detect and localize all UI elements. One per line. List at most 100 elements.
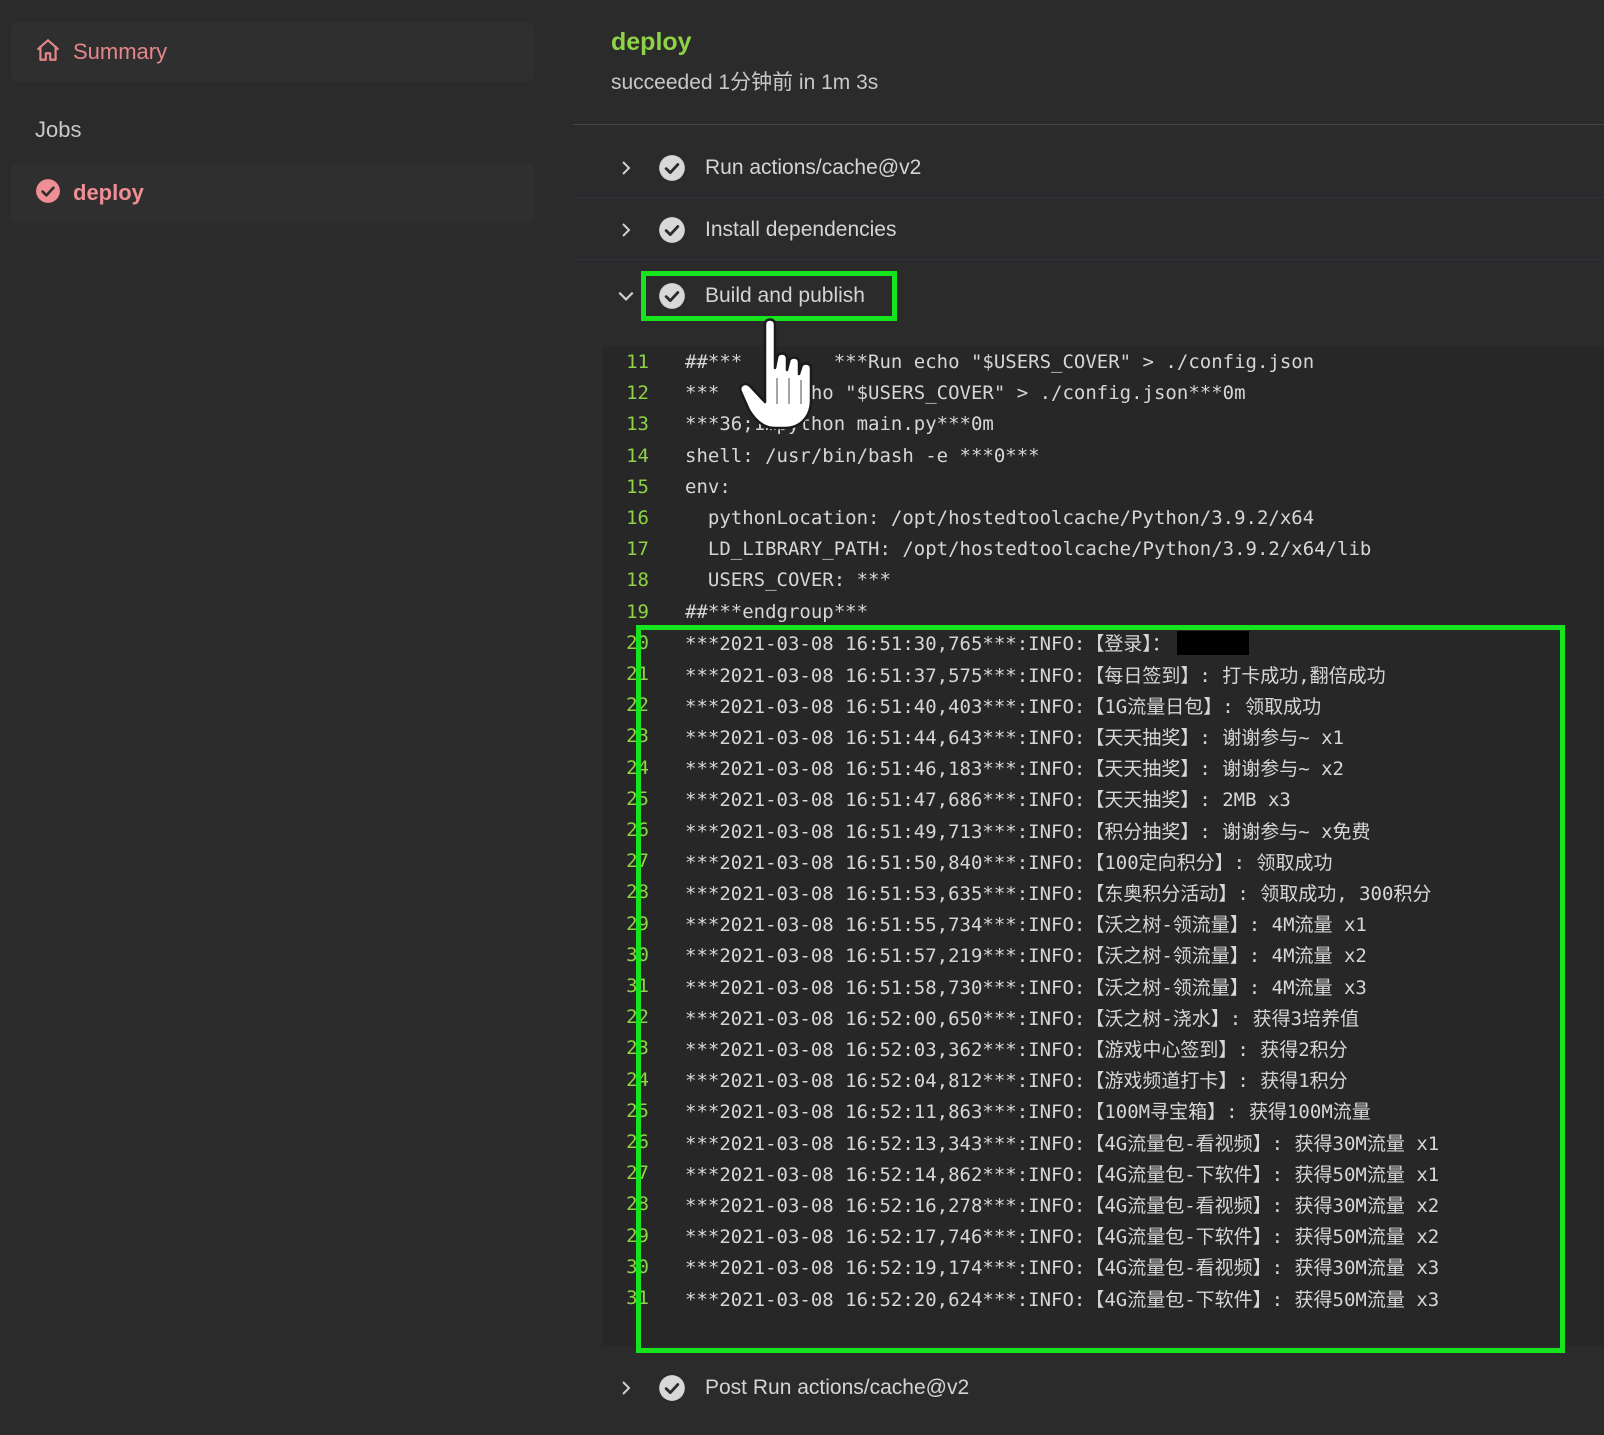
check-circle-icon xyxy=(657,1373,687,1403)
log-line: 23 ***2021-03-08 16:52:03,362***:INFO:【游戏… xyxy=(603,1032,1348,1064)
step-label: Install dependencies xyxy=(705,218,896,242)
log-line: 26 ***2021-03-08 16:52:13,343***:INFO:【4G… xyxy=(603,1126,1439,1158)
log-line: 16 pythonLocation: /opt/hostedtoolcache/… xyxy=(603,502,1314,534)
log-line: 17 LD_LIBRARY_PATH: /opt/hostedtoolcache… xyxy=(603,533,1371,565)
line-number[interactable]: 27 xyxy=(603,850,667,872)
step-label: Post Run actions/cache@v2 xyxy=(705,1376,969,1400)
log-text: ***2021-03-08 16:52:00,650***:INFO:【沃之树-… xyxy=(685,1004,1359,1031)
step-post-run-cache[interactable]: Post Run actions/cache@v2 xyxy=(573,1359,1604,1417)
log-text: ##*** ***Run echo "$USERS_COVER" > ./con… xyxy=(685,351,1314,373)
log-text: ***2021-03-08 16:51:58,730***:INFO:【沃之树-… xyxy=(685,973,1367,1000)
main-panel: deploy succeeded 1分钟前 in 1m 3s Run actio… xyxy=(573,0,1604,1435)
log-text: ***2021-03-08 16:51:50,840***:INFO:【100定… xyxy=(685,848,1333,875)
line-number[interactable]: 16 xyxy=(603,507,667,529)
sidebar-item-summary[interactable]: Summary xyxy=(11,22,534,82)
check-circle-icon xyxy=(657,281,687,311)
check-circle-icon xyxy=(657,153,687,183)
log-text: ***36;1mpython main.py***0m xyxy=(685,413,994,435)
line-number[interactable]: 19 xyxy=(603,601,667,623)
log-line: 29 ***2021-03-08 16:51:55,734***:INFO:【沃之… xyxy=(603,908,1367,940)
job-title: deploy xyxy=(611,28,692,57)
line-number[interactable]: 27 xyxy=(603,1162,667,1184)
line-number[interactable]: 22 xyxy=(603,694,667,716)
line-number[interactable]: 26 xyxy=(603,819,667,841)
log-text: ***2021-03-08 16:51:30,765***:INFO:【登录】： xyxy=(685,629,1171,656)
log-text: ***2021-03-08 16:51:40,403***:INFO:【1G流量… xyxy=(685,692,1321,719)
log-text: ***2021-03-08 16:51:44,643***:INFO:【天天抽奖… xyxy=(685,723,1344,750)
job-status: succeeded 1分钟前 in 1m 3s xyxy=(611,66,878,96)
line-number[interactable]: 23 xyxy=(603,725,667,747)
log-text: ***2021-03-08 16:52:20,624***:INFO:【4G流量… xyxy=(685,1285,1439,1312)
line-number[interactable]: 26 xyxy=(603,1131,667,1153)
log-line: 30 ***2021-03-08 16:52:19,174***:INFO:【4G… xyxy=(603,1251,1439,1283)
step-build-and-publish[interactable]: Build and publish xyxy=(573,267,1604,325)
log-text: ***2021-03-08 16:52:16,278***:INFO:【4G流量… xyxy=(685,1191,1439,1218)
log-text: env: xyxy=(685,476,731,498)
log-line: 19 ##***endgroup*** xyxy=(603,596,868,628)
log-line: 24 ***2021-03-08 16:51:46,183***:INFO:【天天… xyxy=(603,752,1344,784)
log-line: 15 env: xyxy=(603,471,731,503)
line-number[interactable]: 15 xyxy=(603,476,667,498)
log-line: 22 ***2021-03-08 16:51:40,403***:INFO:【1G… xyxy=(603,689,1321,721)
step-label: Build and publish xyxy=(705,284,865,308)
log-text: pythonLocation: /opt/hostedtoolcache/Pyt… xyxy=(685,507,1314,529)
log-line: 27 ***2021-03-08 16:51:50,840***:INFO:【10… xyxy=(603,845,1333,877)
line-number[interactable]: 13 xyxy=(603,413,667,435)
line-number[interactable]: 12 xyxy=(603,382,667,404)
log-text: shell: /usr/bin/bash -e ***0*** xyxy=(685,445,1040,467)
log-line: 29 ***2021-03-08 16:52:17,746***:INFO:【4G… xyxy=(603,1220,1439,1252)
log-line: 24 ***2021-03-08 16:52:04,812***:INFO:【游戏… xyxy=(603,1064,1348,1096)
log-text: LD_LIBRARY_PATH: /opt/hostedtoolcache/Py… xyxy=(685,538,1371,560)
line-number[interactable]: 25 xyxy=(603,1100,667,1122)
line-number[interactable]: 17 xyxy=(603,538,667,560)
line-number[interactable]: 21 xyxy=(603,663,667,685)
sidebar-item-label: deploy xyxy=(73,180,144,206)
line-number[interactable]: 24 xyxy=(603,757,667,779)
log-line: 26 ***2021-03-08 16:51:49,713***:INFO:【积分… xyxy=(603,814,1371,846)
step-install-dependencies[interactable]: Install dependencies xyxy=(573,201,1604,260)
log-line: 28 ***2021-03-08 16:52:16,278***:INFO:【4G… xyxy=(603,1188,1439,1220)
check-circle-icon xyxy=(35,178,61,209)
sidebar: Summary Jobs deploy xyxy=(0,0,545,1435)
log-text: ***2021-03-08 16:52:19,174***:INFO:【4G流量… xyxy=(685,1253,1439,1280)
step-run-cache[interactable]: Run actions/cache@v2 xyxy=(573,139,1604,198)
line-number[interactable]: 18 xyxy=(603,569,667,591)
log-line: 31 ***2021-03-08 16:52:20,624***:INFO:【4G… xyxy=(603,1282,1439,1314)
log-line: 23 ***2021-03-08 16:51:44,643***:INFO:【天天… xyxy=(603,720,1344,752)
log-line: 25 ***2021-03-08 16:51:47,686***:INFO:【天天… xyxy=(603,783,1291,815)
line-number[interactable]: 30 xyxy=(603,944,667,966)
line-number[interactable]: 28 xyxy=(603,1193,667,1215)
line-number[interactable]: 11 xyxy=(603,351,667,373)
line-number[interactable]: 14 xyxy=(603,445,667,467)
line-number[interactable]: 23 xyxy=(603,1037,667,1059)
line-number[interactable]: 28 xyxy=(603,881,667,903)
log-line: 12 *** echo "$USERS_COVER" > ./config.js… xyxy=(603,377,1246,409)
chevron-right-icon xyxy=(613,155,639,181)
log-line: 30 ***2021-03-08 16:51:57,219***:INFO:【沃之… xyxy=(603,939,1367,971)
chevron-down-icon xyxy=(613,283,639,309)
line-number[interactable]: 29 xyxy=(603,1225,667,1247)
log-line: 20 ***2021-03-08 16:51:30,765***:INFO:【登录… xyxy=(603,627,1249,659)
line-number[interactable]: 25 xyxy=(603,788,667,810)
log-text: ##***endgroup*** xyxy=(685,601,868,623)
line-number[interactable]: 31 xyxy=(603,1287,667,1309)
jobs-heading: Jobs xyxy=(35,117,81,143)
line-number[interactable]: 31 xyxy=(603,975,667,997)
log-line: 13 ***36;1mpython main.py***0m xyxy=(603,408,994,440)
log-text: ***2021-03-08 16:52:11,863***:INFO:【100M… xyxy=(685,1097,1371,1124)
job-header: deploy succeeded 1分钟前 in 1m 3s xyxy=(573,0,1604,125)
log-text: ***2021-03-08 16:51:47,686***:INFO:【天天抽奖… xyxy=(685,785,1291,812)
log-line: 18 USERS_COVER: *** xyxy=(603,564,891,596)
log-text: ***2021-03-08 16:52:03,362***:INFO:【游戏中心… xyxy=(685,1035,1348,1062)
line-number[interactable]: 24 xyxy=(603,1069,667,1091)
log-text: ***2021-03-08 16:51:49,713***:INFO:【积分抽奖… xyxy=(685,817,1371,844)
line-number[interactable]: 29 xyxy=(603,913,667,935)
line-number[interactable]: 20 xyxy=(603,632,667,654)
line-number[interactable]: 30 xyxy=(603,1256,667,1278)
log-line: 21 ***2021-03-08 16:51:37,575***:INFO:【每日… xyxy=(603,658,1386,690)
sidebar-item-deploy[interactable]: deploy xyxy=(11,163,534,223)
sidebar-item-label: Summary xyxy=(73,39,167,65)
line-number[interactable]: 22 xyxy=(603,1006,667,1028)
log-text: ***2021-03-08 16:51:57,219***:INFO:【沃之树-… xyxy=(685,941,1367,968)
log-text: ***2021-03-08 16:51:55,734***:INFO:【沃之树-… xyxy=(685,910,1367,937)
